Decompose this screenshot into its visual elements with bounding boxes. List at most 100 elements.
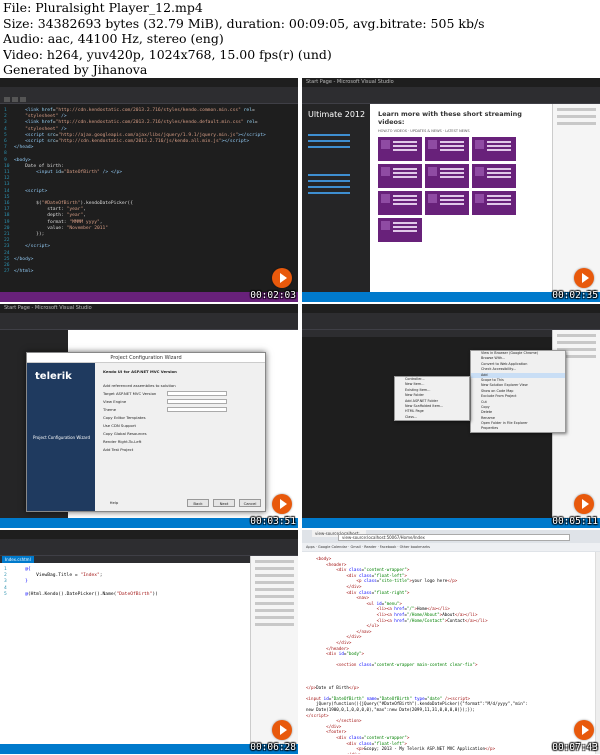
play-icon[interactable] <box>272 494 292 514</box>
video-tile[interactable] <box>425 137 469 161</box>
wizard-sidebar: telerik Project Configuration Wizard <box>27 363 95 511</box>
start-page: Ultimate 2012 Learn more with these shor… <box>302 104 552 292</box>
back-button[interactable]: Back <box>187 499 209 507</box>
video-tile[interactable] <box>472 191 516 215</box>
wizard-option[interactable]: Add Test Project <box>103 447 133 452</box>
code-editor: 1 @{ 2 ViewBag.Title = "Index"; 3 } 4 5 … <box>0 563 250 744</box>
thumbnail-6[interactable]: view-source:localhost:... view-source:lo… <box>302 530 600 754</box>
thumbnail-grid: 1 <link href="http://cdn.kendostatic.com… <box>0 78 600 755</box>
context-menu-item[interactable]: Properties <box>471 426 565 431</box>
wizard-option[interactable]: Render Right-To-Left <box>103 439 141 444</box>
page-source: <body> <header> <div class="content-wrap… <box>302 552 600 754</box>
start-link[interactable] <box>308 146 350 148</box>
video-tile[interactable] <box>378 137 422 161</box>
wizard-option: View Engine <box>103 399 127 404</box>
video-tile[interactable] <box>425 191 469 215</box>
dialog-title: Project Configuration Wizard <box>27 353 265 363</box>
start-page-sidebar: Ultimate 2012 <box>302 104 370 292</box>
address-bar[interactable]: view-source:localhost:50067/Home/Index <box>338 534 570 541</box>
product-name: Ultimate 2012 <box>308 110 366 119</box>
context-menu: View in Browser (Google Chrome) Browse W… <box>470 350 566 433</box>
file-line: File: Pluralsight Player_12.mp4 <box>3 0 203 15</box>
video-tile[interactable] <box>378 164 422 188</box>
toolbar-icon <box>4 97 10 102</box>
cancel-button[interactable]: Cancel <box>239 499 261 507</box>
menu-bar <box>0 539 298 547</box>
menu-bar <box>302 313 600 321</box>
video-info-header: File: Pluralsight Player_12.mp4 Size: 34… <box>3 0 597 78</box>
videos-heading: Learn more with these short streaming vi… <box>378 110 522 126</box>
mvc-version-select[interactable] <box>167 391 227 396</box>
document-tab[interactable]: Index.cshtml <box>2 556 34 563</box>
toolbar <box>0 321 298 330</box>
recent-link[interactable] <box>308 174 350 176</box>
wizard-option[interactable]: Add referenced assemblies to solution <box>103 383 176 388</box>
wizard-option[interactable]: Use CDN Support <box>103 423 136 428</box>
toolbar <box>0 547 298 556</box>
start-page-main: Learn more with these short streaming vi… <box>370 104 552 292</box>
wizard-section-heading: Kendo UI for ASP.NET MVC Version <box>103 369 177 374</box>
audio-line: Audio: aac, 44100 Hz, stereo (eng) <box>3 31 224 46</box>
wizard-option: Target ASP.NET MVC Version <box>103 391 157 396</box>
code-editor: 1 <link href="http://cdn.kendostatic.com… <box>0 104 298 292</box>
timestamp: 00:02:35 <box>552 290 598 301</box>
play-icon[interactable] <box>272 268 292 288</box>
theme-select[interactable] <box>167 407 227 412</box>
thumbnail-5[interactable]: Index.cshtml 1 @{ 2 ViewBag.Title = "Ind… <box>0 530 298 754</box>
video-tile[interactable] <box>472 137 516 161</box>
window-titlebar <box>302 304 600 313</box>
timestamp: 00:03:51 <box>250 516 296 527</box>
toolbar <box>0 95 298 104</box>
wizard-option: Theme <box>103 407 117 412</box>
video-tile[interactable] <box>378 191 422 215</box>
toolbar <box>302 321 600 330</box>
timestamp: 00:07:43 <box>552 742 598 753</box>
project-configuration-wizard: Project Configuration Wizard telerik Pro… <box>26 352 266 512</box>
thumbnail-3[interactable]: Start Page - Microsoft Visual Studio Pro… <box>0 304 298 528</box>
start-link[interactable] <box>308 134 350 136</box>
submenu-item[interactable]: Class... <box>395 415 469 420</box>
start-link[interactable] <box>308 140 350 142</box>
recent-link[interactable] <box>308 186 350 188</box>
timestamp: 00:05:11 <box>552 516 598 527</box>
thumbnail-4[interactable]: View in Browser (Google Chrome) Browse W… <box>302 304 600 528</box>
thumbnail-1[interactable]: 1 <link href="http://cdn.kendostatic.com… <box>0 78 298 302</box>
play-icon[interactable] <box>272 720 292 740</box>
toolbar-icon <box>12 97 18 102</box>
video-line: Video: h264, yuv420p, 1024x768, 15.00 fp… <box>3 46 332 62</box>
menu-bar <box>302 87 600 95</box>
wizard-subtitle: Project Configuration Wizard <box>33 435 90 440</box>
play-icon[interactable] <box>574 720 594 740</box>
recent-link[interactable] <box>308 180 350 182</box>
wizard-option[interactable]: Copy Global Resources <box>103 431 147 436</box>
video-tiles <box>378 137 544 242</box>
menu-bar <box>0 313 298 321</box>
video-tile[interactable] <box>425 164 469 188</box>
telerik-logo: telerik <box>35 371 72 382</box>
timestamp: 00:02:03 <box>250 290 296 301</box>
menu-bar <box>0 87 298 95</box>
recent-link[interactable] <box>308 192 350 194</box>
play-icon[interactable] <box>574 268 594 288</box>
bookmarks-bar[interactable]: Apps · Google Calendar · Gmail · Reader … <box>302 543 600 551</box>
window-titlebar: Start Page - Microsoft Visual Studio <box>302 78 600 87</box>
toolbar-icon <box>20 97 26 102</box>
wizard-option[interactable]: Copy Editor Templates <box>103 415 146 420</box>
next-button[interactable]: Next <box>213 499 235 507</box>
solution-explorer <box>250 556 298 744</box>
code-listing: 1 @{ 2 ViewBag.Title = "Index"; 3 } 4 5 … <box>4 567 158 597</box>
help-button[interactable]: Help <box>103 499 125 507</box>
video-tile[interactable] <box>378 218 422 242</box>
scrollbar[interactable] <box>595 552 600 754</box>
footer-source-text: &copy; 2013 - My Telerik ASP.NET MVC App… <box>364 746 486 752</box>
window-titlebar <box>0 530 298 539</box>
code-listing: 1 <link href="http://cdn.kendostatic.com… <box>4 108 266 275</box>
video-tile[interactable] <box>472 164 516 188</box>
thumbnail-2[interactable]: Start Page - Microsoft Visual Studio Ult… <box>302 78 600 302</box>
window-titlebar: Start Page - Microsoft Visual Studio <box>0 304 298 313</box>
play-icon[interactable] <box>574 494 594 514</box>
size-line: Size: 34382693 bytes (32.79 MiB), durati… <box>3 15 485 31</box>
generator-line: Generated by Jihanova <box>3 62 148 77</box>
view-engine-select[interactable] <box>167 399 227 404</box>
videos-tabs[interactable]: HOW-TO VIDEOS · UPDATES & NEWS · LATEST … <box>378 129 544 133</box>
